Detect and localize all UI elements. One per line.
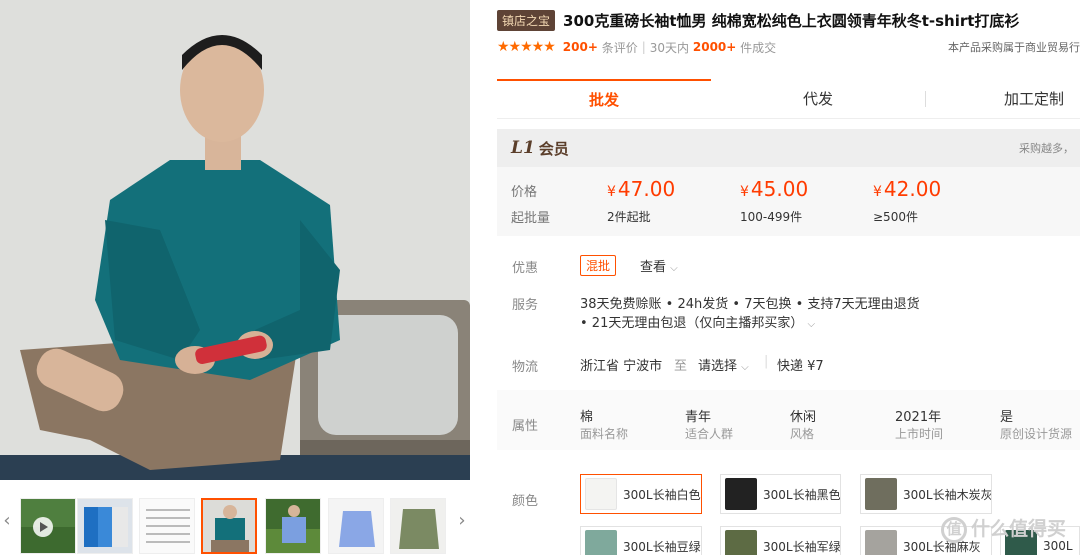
color-label: 颜色 — [512, 494, 539, 509]
thumbnail-video[interactable] — [20, 498, 76, 554]
member-level: L1 — [511, 138, 535, 158]
thumbnail-2[interactable] — [77, 498, 133, 554]
thumbnail-3[interactable] — [139, 498, 195, 554]
swatch-army-green — [725, 530, 757, 555]
service-label: 服务 — [512, 298, 539, 313]
reviews-label[interactable]: 条评价 — [602, 39, 638, 56]
qty-tier-2: 100-499件 — [740, 210, 803, 224]
purchase-tabs: 批发 代发 加工定制 — [497, 79, 1080, 119]
chevron-down-icon: ⌵ — [807, 319, 816, 330]
promo-label: 优惠 — [512, 261, 539, 276]
attr-name-original: 原创设计货源 — [1000, 427, 1073, 441]
color-option-black[interactable]: 300L长袖黑色 — [720, 474, 841, 514]
promo-view-link[interactable]: 查看 ⌵ — [640, 256, 678, 275]
main-product-image[interactable] — [0, 0, 470, 480]
tab-customize[interactable]: 加工定制 — [927, 79, 1080, 119]
color-option-bean-green[interactable]: 300L长袖豆绿 — [580, 526, 702, 555]
thumbnail-5[interactable] — [265, 498, 321, 554]
swatch-bean-green — [585, 530, 617, 555]
trade-note: 本产品采购属于商业贸易行 — [948, 41, 1080, 54]
attr-name-fabric: 面料名称 — [580, 427, 629, 441]
buy-more-text: 采购越多， — [1019, 142, 1074, 155]
qty-tier-1: 2件起批 — [607, 210, 651, 224]
attributes-box: 属性 棉 面料名称 青年 适合人群 休闲 风格 2021年 上市时间 是 原创设… — [497, 390, 1080, 450]
member-bar: L1 会员 采购越多， — [497, 129, 1080, 167]
attr-name-style: 风格 — [790, 427, 815, 441]
destination-select[interactable]: 请选择 ⌵ — [698, 355, 749, 374]
swatch-heather-gray — [865, 530, 897, 555]
thumb-prev-icon[interactable]: ‹ — [0, 506, 14, 536]
tab-wholesale[interactable]: 批发 — [497, 79, 711, 119]
chevron-down-icon: ⌵ — [741, 362, 749, 373]
swatch-black — [725, 478, 757, 510]
service-line-1: 38天免费赊账 • 24h发货 • 7天包换 • 支持7天无理由退货 — [580, 297, 920, 312]
moq-label: 起批量 — [511, 211, 551, 226]
swatch-white — [585, 478, 617, 510]
member-label: 会员 — [538, 139, 569, 158]
tab-dropship[interactable]: 代发 — [711, 79, 925, 119]
price-box: L1 会员 采购越多， 价格 起批量 ¥47.00 2件起批 ¥45.00 10… — [497, 129, 1080, 236]
watermark: 值什么值得买 — [940, 514, 1066, 543]
tab-divider — [925, 91, 926, 107]
attr-value-original: 是 — [1000, 410, 1014, 425]
color-option-white[interactable]: 300L长袖白色 — [580, 474, 702, 514]
thumbnail-strip: ‹ › — [0, 492, 472, 555]
attr-name-launch: 上市时间 — [895, 427, 944, 441]
qty-tier-3: ≥500件 — [873, 210, 918, 224]
attr-name-audience: 适合人群 — [685, 427, 734, 441]
attr-value-style: 休闲 — [790, 410, 817, 425]
thumbnail-4-selected[interactable] — [201, 498, 257, 554]
thumbnail-7[interactable] — [390, 498, 446, 554]
ship-from: 浙江省 宁波市 — [580, 359, 663, 374]
thumbnail-6[interactable] — [328, 498, 384, 554]
rating-row: ★★★★★ 200+ 条评价 | 30天内 2000+ 件成交 本产品采购属于商… — [497, 38, 1080, 56]
service-line-2[interactable]: • 21天无理由包退（仅向主播邦买家） ⌵ — [580, 312, 815, 331]
sales-count: 2000+ — [692, 40, 737, 54]
mixed-batch-tag: 混批 — [580, 255, 617, 276]
logistics-label: 物流 — [512, 360, 539, 375]
price-tier-3: ¥42.00 — [873, 177, 942, 201]
swatch-charcoal — [865, 478, 897, 510]
shipping-fee: 快递 ¥7 — [777, 359, 824, 374]
color-option-army-green[interactable]: 300L长袖军绿 — [720, 526, 841, 555]
divider: | — [764, 354, 769, 369]
separator: | — [641, 40, 646, 54]
color-option-charcoal[interactable]: 300L长袖木炭灰 — [860, 474, 992, 514]
shop-badge: 镇店之宝 — [497, 9, 556, 31]
watermark-logo-icon: 值 — [940, 516, 967, 543]
product-title: 300克重磅长袖t恤男 纯棉宽松纯色上衣圆领青年秋冬t-shirt打底衫 — [563, 11, 1020, 30]
sales-label: 件成交 — [740, 40, 777, 55]
product-title-row: 镇店之宝 300克重磅长袖t恤男 纯棉宽松纯色上衣圆领青年秋冬t-shirt打底… — [497, 9, 1080, 31]
price-tier-2: ¥45.00 — [740, 177, 809, 201]
attr-value-launch: 2021年 — [895, 410, 942, 425]
price-label: 价格 — [511, 185, 538, 200]
attr-value-fabric: 棉 — [580, 410, 594, 425]
reviews-count[interactable]: 200+ — [563, 40, 598, 54]
sales-period: 30天内 — [649, 40, 690, 55]
rating-stars-icon: ★★★★★ — [497, 39, 556, 55]
attributes-label: 属性 — [512, 419, 539, 434]
attr-value-audience: 青年 — [685, 410, 712, 425]
price-tier-1: ¥47.00 — [607, 177, 676, 201]
chevron-down-icon: ⌵ — [670, 263, 678, 274]
ship-to-word: 至 — [674, 359, 688, 374]
thumb-next-icon[interactable]: › — [455, 506, 469, 536]
